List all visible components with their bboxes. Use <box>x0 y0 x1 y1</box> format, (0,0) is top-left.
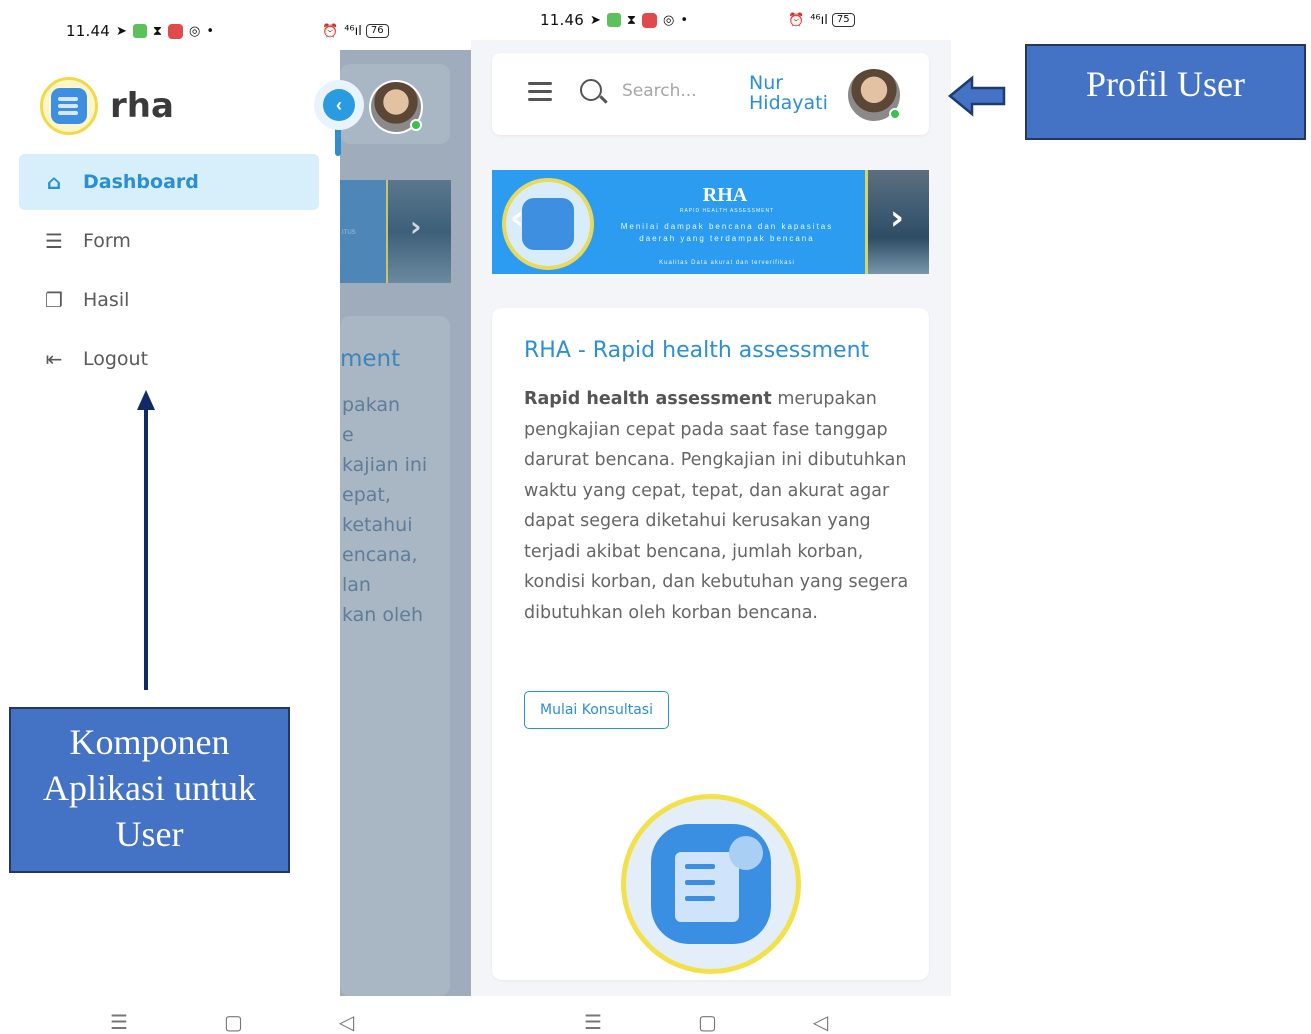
top-navbar: Nur Hidayati <box>492 53 929 135</box>
hero-carousel[interactable]: RHA RAPID HEALTH ASSESSMENT Menilai damp… <box>492 170 929 274</box>
ghost-card-title: ment <box>340 346 401 372</box>
form-icon: ☰ <box>45 229 63 253</box>
ghost-line: epat, <box>342 484 391 506</box>
dimmed-card <box>340 316 450 996</box>
signal-icon: ⁴⁶ıl <box>810 12 828 28</box>
arrow-left-icon <box>948 75 1006 117</box>
hourglass-icon: ⧗ <box>152 23 162 39</box>
dimmed-banner: ITUS › <box>340 180 451 283</box>
ghost-line: ketahui <box>342 514 413 536</box>
home-icon: ⌂ <box>46 170 62 194</box>
menu-nav-icon[interactable]: ☰ <box>110 1010 128 1034</box>
info-card: RHA - Rapid health assessment Rapid heal… <box>492 308 929 980</box>
sidebar-item-form[interactable]: ☰ Form <box>19 213 319 269</box>
online-status-icon <box>889 108 901 120</box>
instagram-icon: ◎ <box>663 12 675 28</box>
alarm-icon: ⏰ <box>788 12 805 28</box>
search-input[interactable] <box>622 81 722 101</box>
hourglass-icon: ⧗ <box>626 12 636 28</box>
hamburger-menu-icon[interactable] <box>528 82 552 102</box>
carousel-prev-icon[interactable]: ‹ <box>510 198 524 238</box>
sidebar-item-label: Hasil <box>83 289 130 311</box>
dimmed-page-overlay[interactable]: ITUS › ment pakan e kajian ini epat, ket… <box>340 50 471 996</box>
send-icon: ➤ <box>115 23 127 39</box>
card-description: Rapid health assessment merupakan pengka… <box>524 389 909 623</box>
banner-subtitle: RAPID HEALTH ASSESSMENT <box>679 208 775 214</box>
logout-icon: ⇤ <box>45 347 63 371</box>
copy-icon: ❐ <box>45 288 63 312</box>
ghost-line: lan <box>342 574 371 596</box>
ghost-line: kan oleh <box>342 604 424 626</box>
collapse-sidebar-button[interactable]: ‹ <box>314 80 364 130</box>
back-nav-icon[interactable]: ◁ <box>813 1010 828 1034</box>
brand-name: rha <box>110 86 174 126</box>
card-title: RHA - Rapid health assessment <box>524 338 870 363</box>
dashboard-screen: Nur Hidayati RHA RAPID HEALTH ASSESSMENT… <box>471 40 951 996</box>
instagram-icon: ◎ <box>189 23 201 39</box>
more-dot-icon: • <box>680 12 689 28</box>
arrow-up-icon <box>137 390 155 690</box>
send-icon: ➤ <box>589 12 601 28</box>
banner-footer: Kualitas Data akurat dan terverifikasi <box>659 260 795 266</box>
ghost-line: e <box>342 424 354 446</box>
sidebar-item-hasil[interactable]: ❐ Hasil <box>19 272 319 328</box>
status-bar-left: 11.44 ➤ ⧗ ◎ • ⏰ ⁴⁶ıl 76 <box>66 16 389 46</box>
chevron-left-icon: ‹ <box>323 89 355 121</box>
rha-illustration-icon <box>621 794 801 974</box>
home-nav-icon[interactable]: ▢ <box>224 1010 243 1034</box>
online-status-icon <box>410 119 422 131</box>
sidebar-item-label: Logout <box>83 348 149 370</box>
banner-line: Menilai dampak bencana dan kapasitas <box>620 222 834 231</box>
chevron-right-icon: › <box>410 210 422 243</box>
carousel-next-icon[interactable]: › <box>890 198 904 238</box>
sidebar-item-dashboard[interactable]: ⌂ Dashboard <box>19 154 319 210</box>
app-notification-icon <box>132 24 147 38</box>
menu-nav-icon[interactable]: ☰ <box>584 1010 602 1034</box>
alarm-icon: ⏰ <box>322 23 339 39</box>
app-logo[interactable]: rha <box>40 77 174 135</box>
banner-line: daerah yang terdampak bencana <box>639 234 815 243</box>
ghost-line: kajian ini <box>342 454 428 476</box>
profile-user-callout: Profil User <box>1025 44 1306 140</box>
android-nav-bar-right: ☰ ▢ ◁ <box>584 1010 828 1034</box>
status-bar-right: 11.46 ➤ ⧗ ◎ • ⏰ ⁴⁶ıl 75 <box>540 5 855 35</box>
components-callout: Komponen Aplikasi untuk User <box>9 707 290 873</box>
sidebar-item-label: Form <box>83 230 131 252</box>
ghost-line: encana, <box>342 544 418 566</box>
avatar[interactable] <box>369 80 423 134</box>
shield-app-icon <box>168 23 183 39</box>
battery-icon: 75 <box>831 13 855 27</box>
logo-icon <box>40 77 98 135</box>
signal-icon: ⁴⁶ıl <box>344 23 362 39</box>
search-icon[interactable] <box>580 79 602 101</box>
sidebar-item-logout[interactable]: ⇤ Logout <box>19 331 319 387</box>
back-nav-icon[interactable]: ◁ <box>339 1010 354 1034</box>
home-nav-icon[interactable]: ▢ <box>698 1010 717 1034</box>
battery-icon: 76 <box>365 24 389 38</box>
app-notification-icon <box>606 13 621 27</box>
user-name[interactable]: Nur Hidayati <box>749 73 828 113</box>
start-consultation-button[interactable]: Mulai Konsultasi <box>524 691 669 729</box>
sidebar-item-label: Dashboard <box>83 171 199 193</box>
shield-app-icon <box>642 12 657 28</box>
ghost-line: pakan <box>342 394 401 416</box>
banner-title: RHA <box>702 184 748 206</box>
android-nav-bar-left: ☰ ▢ ◁ <box>110 1010 354 1034</box>
user-avatar[interactable] <box>846 67 902 123</box>
more-dot-icon: • <box>206 23 215 39</box>
